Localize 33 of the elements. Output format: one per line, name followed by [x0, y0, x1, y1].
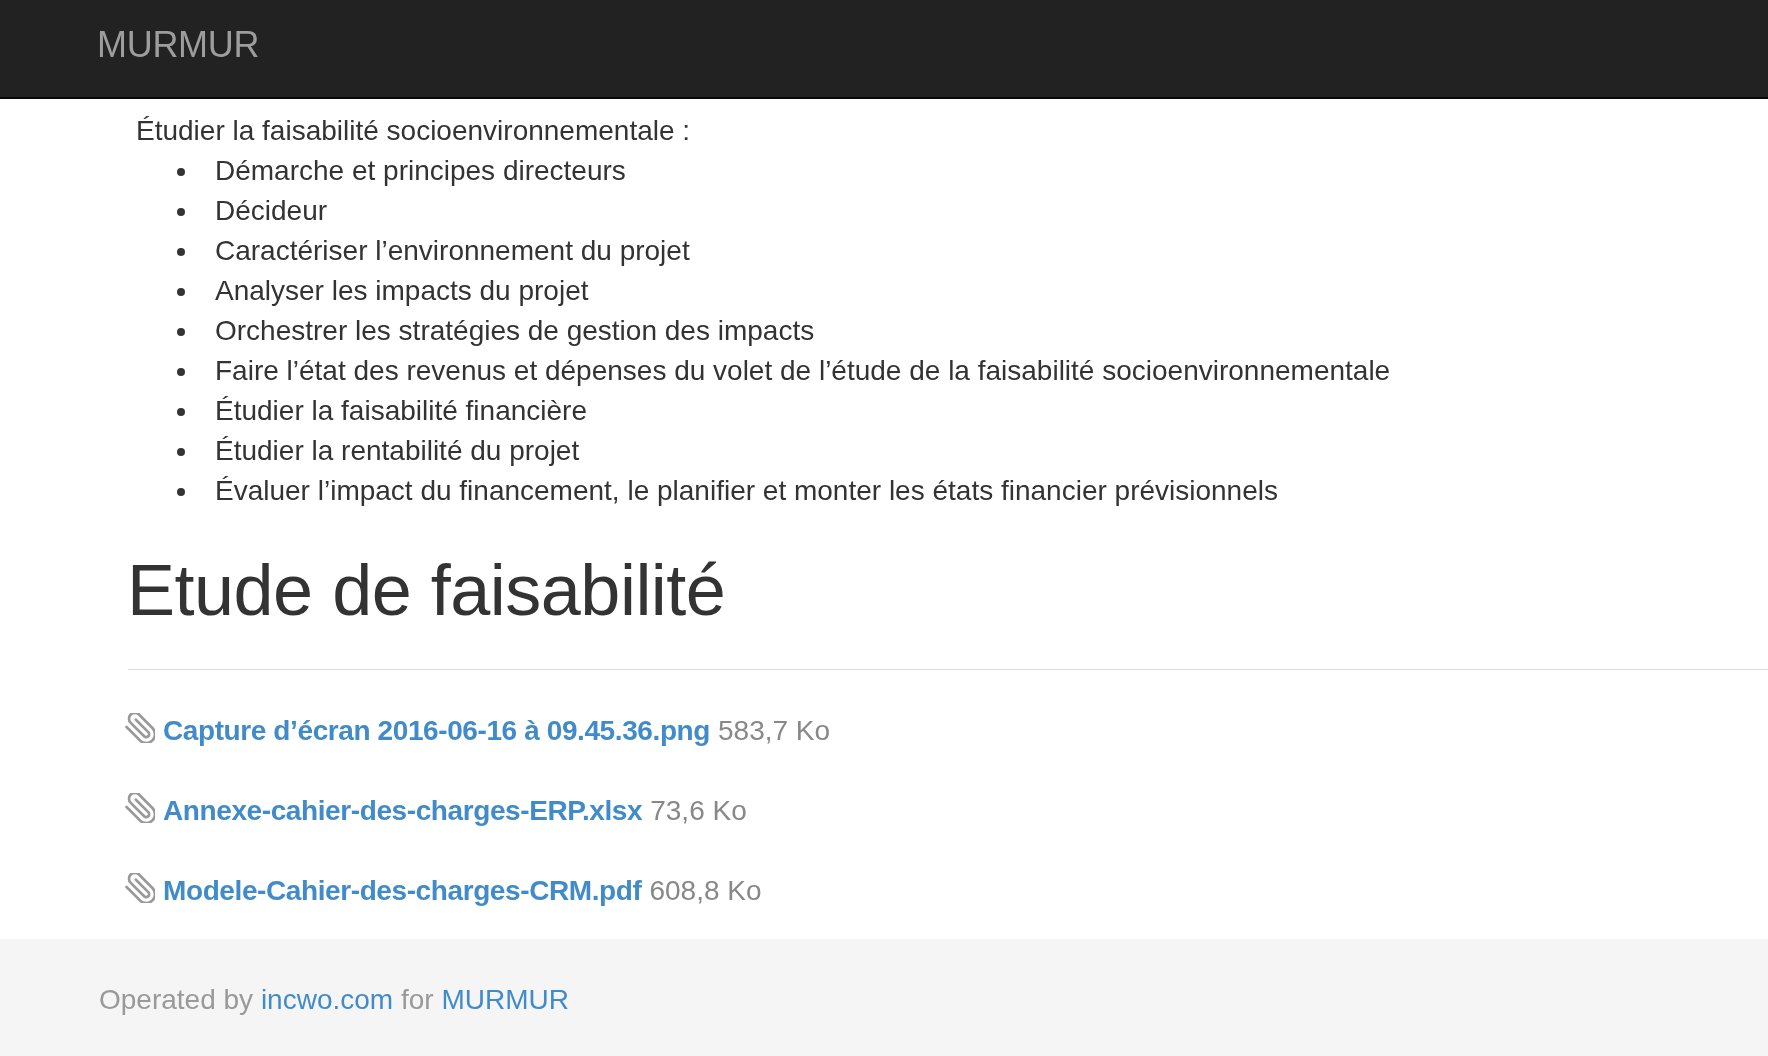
section-heading: Etude de faisabilité	[127, 551, 727, 630]
file-size: 608,8 Ko	[649, 874, 762, 908]
bullet-icon	[177, 328, 185, 336]
list-item-text: Décideur	[215, 194, 328, 228]
bullet-icon	[177, 168, 185, 176]
paperclip-icon	[125, 713, 155, 743]
client-link[interactable]: MURMUR	[441, 984, 569, 1015]
list-item-text: Analyser les impacts du projet	[215, 274, 589, 308]
paperclip-icon	[125, 873, 155, 903]
operator-link[interactable]: incwo.com	[260, 984, 394, 1015]
bullet-icon	[177, 368, 185, 376]
list-item-text: Étudier la rentabilité du projet	[215, 434, 580, 468]
list-item-text: Étudier la faisabilité financière	[215, 394, 587, 428]
list-item-text: Caractériser l’environnement du projet	[215, 234, 690, 268]
file-size: 583,7 Ko	[718, 714, 831, 748]
bullet-icon	[177, 248, 185, 256]
bullet-icon	[177, 448, 185, 456]
bullet-icon	[177, 488, 185, 496]
footer-text: Operated by incwo.com for MURMUR	[99, 983, 570, 1017]
list-item-text: Orchestrer les stratégies de gestion des impacts	[215, 314, 815, 348]
bullet-icon	[177, 208, 185, 216]
list-item-text: Démarche et principes directeurs	[215, 154, 626, 188]
file-link[interactable]: Annexe-cahier-des-charges-ERP.xlsx	[163, 791, 643, 831]
paperclip-icon	[125, 793, 155, 823]
brand-link[interactable]: MURMUR	[97, 27, 260, 63]
file-link[interactable]: Modele-Cahier-des-charges-CRM.pdf	[163, 871, 642, 911]
file-size: 73,6 Ko	[650, 794, 747, 828]
bullet-icon	[177, 408, 185, 416]
list-item-text: Faire l’état des revenus et dépenses du volet de l’étude de la faisabilité socioenvironnementale	[215, 354, 1391, 388]
bullet-icon	[177, 288, 185, 296]
list-item-text: Évaluer l’impact du financement, le planifier et monter les états financier prévisionnels	[215, 474, 1278, 508]
intro-text: Étudier la faisabilité socioenvironnementale :	[136, 114, 692, 148]
file-link[interactable]: Capture d’écran 2016-06-16 à 09.45.36.png	[163, 711, 710, 751]
